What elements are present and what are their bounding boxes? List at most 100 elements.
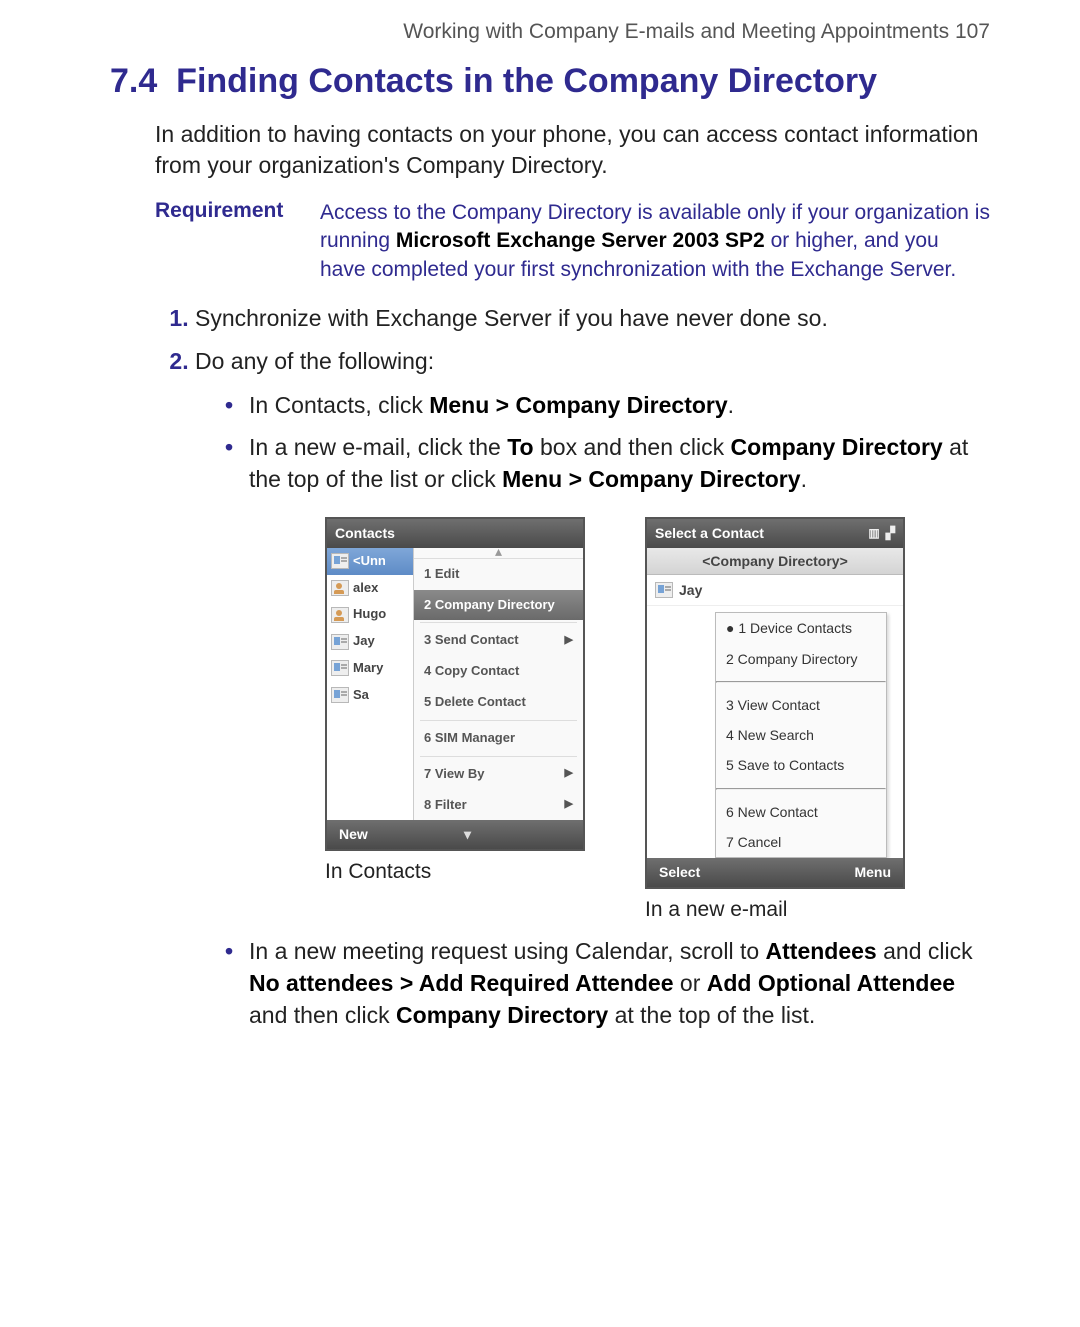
b2-pre: In a new e-mail, click the: [249, 434, 507, 460]
menu-item-send-contact[interactable]: 3 Send Contact ▶: [414, 625, 583, 656]
menu-label: 3 Send Contact: [424, 631, 519, 650]
contact-row[interactable]: Hugo: [327, 601, 413, 628]
company-directory-subhead[interactable]: <Company Directory>: [647, 548, 903, 575]
contact-card-icon: [331, 660, 349, 676]
submenu-arrow-icon: ▶: [565, 797, 573, 813]
contact-name: Jay: [353, 632, 375, 651]
b3-b3: Add Optional Attendee: [707, 970, 955, 996]
b3-m3: and then click: [249, 1002, 396, 1028]
b3-m1: and click: [877, 938, 973, 964]
contact-row[interactable]: alex: [327, 575, 413, 602]
step-2: Do any of the following: In Contacts, cl…: [195, 345, 990, 1031]
step-2-sublist: In Contacts, click Menu > Company Direct…: [195, 389, 990, 496]
menu-item-cancel[interactable]: 7 Cancel: [716, 827, 886, 857]
contact-name: Jay: [679, 580, 702, 600]
b3-b1: Attendees: [766, 938, 877, 964]
contact-card-icon: [655, 582, 673, 598]
b3-pre: In a new meeting request using Calendar,…: [249, 938, 766, 964]
b3-m2: or: [674, 970, 707, 996]
contact-row[interactable]: Sa: [327, 682, 413, 709]
b1-pre: In Contacts, click: [249, 392, 429, 418]
b2-m1: box and then click: [534, 434, 731, 460]
phone-left-body: <Unn alex Hugo Jay Mary Sa ▴ 1 Edit 2 Co…: [327, 548, 583, 821]
softkey-right-blank: [567, 824, 571, 844]
contact-name: alex: [353, 579, 378, 598]
step-2-text: Do any of the following:: [195, 348, 434, 374]
section-title-text: Finding Contacts in the Company Director…: [176, 62, 877, 100]
phone-left-softbar: New ▾: [327, 820, 583, 848]
phone-select-contact: Select a Contact ▥ ▞ <Company Directory>…: [645, 517, 905, 888]
step-2-sublist-after: In a new meeting request using Calendar,…: [195, 935, 990, 1032]
submenu-arrow-icon: ▶: [565, 633, 573, 649]
signal-icon: ▞: [886, 525, 895, 542]
requirement-bold: Microsoft Exchange Server 2003 SP2: [396, 229, 765, 252]
screenshot-contacts: Contacts <Unn alex Hugo Jay Mary Sa: [325, 517, 585, 925]
contact-name: <Unn: [353, 552, 386, 571]
contact-row[interactable]: <Unn: [327, 548, 413, 575]
b2-b3: Menu > Company Directory: [502, 466, 800, 492]
contact-person-icon: [331, 607, 349, 623]
b2-b1: To: [507, 434, 533, 460]
b3-b4: Company Directory: [396, 1002, 608, 1028]
menu-item-company-directory[interactable]: 2 Company Directory: [716, 644, 886, 674]
phone-left-titlebar: Contacts: [327, 519, 583, 547]
menu-item-company-directory[interactable]: 2 Company Directory: [414, 590, 583, 621]
step-1: Synchronize with Exchange Server if you …: [195, 302, 990, 335]
contact-row[interactable]: Jay: [647, 575, 903, 606]
bullet-meeting: In a new meeting request using Calendar,…: [225, 935, 990, 1032]
menu-label: 8 Filter: [424, 796, 467, 815]
submenu-arrow-icon: ▶: [565, 766, 573, 782]
steps-list: Synchronize with Exchange Server if you …: [155, 302, 990, 1032]
b2-post: .: [801, 466, 807, 492]
menu-scroll-down-icon[interactable]: ▾: [464, 824, 471, 844]
requirement-text: Access to the Company Directory is avail…: [320, 199, 990, 284]
b3-b2: No attendees > Add Required Attendee: [249, 970, 674, 996]
contact-name: Sa: [353, 686, 369, 705]
softkey-menu[interactable]: Menu: [854, 862, 891, 882]
menu-label: 1 Device Contacts: [738, 620, 852, 636]
contact-row[interactable]: Jay: [327, 628, 413, 655]
menu-item-new-contact[interactable]: 6 New Contact: [716, 797, 886, 827]
section-heading: 7.4 Finding Contacts in the Company Dire…: [110, 62, 990, 101]
status-icons: ▥ ▞: [868, 525, 895, 542]
contact-card-icon: [331, 687, 349, 703]
section-number: 7.4: [110, 62, 157, 100]
contact-name: Mary: [353, 659, 383, 678]
contact-card-icon: [331, 634, 349, 650]
menu-scroll-up-icon[interactable]: ▴: [414, 548, 583, 559]
menu-item-view-contact: 3 View Contact: [716, 690, 886, 720]
caption-email: In a new e-mail: [645, 895, 905, 925]
menu-item-filter[interactable]: 8 Filter ▶: [414, 790, 583, 821]
menu-item-delete-contact[interactable]: 5 Delete Contact: [414, 687, 583, 718]
menu-item-save-to-contacts: 5 Save to Contacts: [716, 750, 886, 780]
b1-bold: Menu > Company Directory: [429, 392, 727, 418]
intro-paragraph: In addition to having contacts on your p…: [155, 119, 990, 181]
menu-item-sim-manager[interactable]: 6 SIM Manager: [414, 723, 583, 754]
phone-right-title: Select a Contact: [655, 523, 764, 543]
menu-item-copy-contact[interactable]: 4 Copy Contact: [414, 656, 583, 687]
phone-left-title: Contacts: [335, 523, 395, 543]
menu-item-device-contacts[interactable]: ● 1 Device Contacts: [716, 613, 886, 643]
requirement-block: Requirement Access to the Company Direct…: [155, 199, 990, 284]
menu-item-view-by[interactable]: 7 View By▶: [414, 759, 583, 790]
bullet-contacts: In Contacts, click Menu > Company Direct…: [225, 389, 990, 421]
phone-right-body: Jay ● 1 Device Contacts 2 Company Direct…: [647, 575, 903, 858]
screenshots-row: Contacts <Unn alex Hugo Jay Mary Sa: [325, 517, 990, 925]
menu-item-edit[interactable]: 1 Edit: [414, 559, 583, 590]
contact-name: Hugo: [353, 605, 386, 624]
phone-right-menu: ● 1 Device Contacts 2 Company Directory …: [715, 612, 887, 858]
contact-row[interactable]: Mary: [327, 655, 413, 682]
softkey-new[interactable]: New: [339, 824, 368, 844]
phone-left-menu: ▴ 1 Edit 2 Company Directory 3 Send Cont…: [414, 548, 583, 821]
b3-post: at the top of the list.: [608, 1002, 815, 1028]
phone-right-softbar: Select Menu: [647, 858, 903, 886]
requirement-label: Requirement: [155, 199, 320, 284]
contact-card-icon: [331, 553, 349, 569]
phone-contacts: Contacts <Unn alex Hugo Jay Mary Sa: [325, 517, 585, 850]
softkey-select[interactable]: Select: [659, 862, 700, 882]
b1-post: .: [728, 392, 734, 418]
screenshot-email: Select a Contact ▥ ▞ <Company Directory>…: [645, 517, 905, 925]
phone-right-titlebar: Select a Contact ▥ ▞: [647, 519, 903, 547]
battery-icon: ▥: [868, 525, 879, 542]
caption-contacts: In Contacts: [325, 857, 585, 887]
